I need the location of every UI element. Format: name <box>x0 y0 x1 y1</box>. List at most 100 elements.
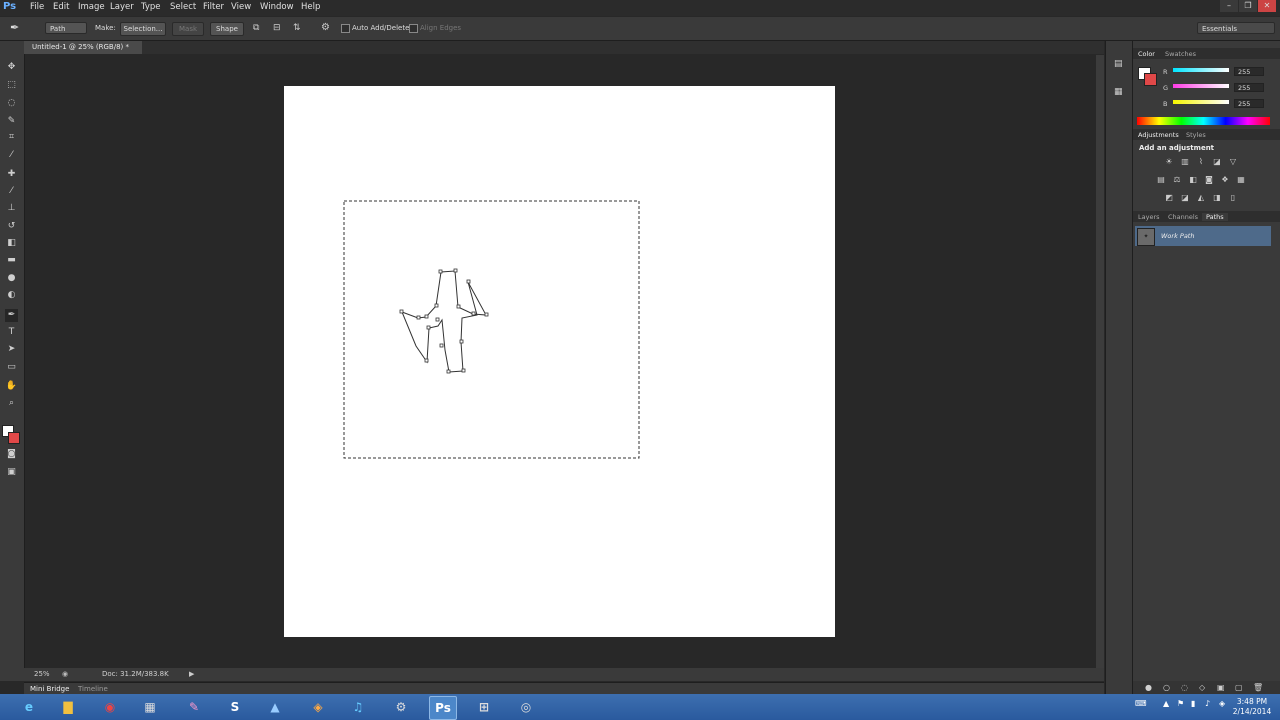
screen-mode-icon[interactable]: ▣ <box>5 466 18 479</box>
exposure-icon[interactable]: ◪ <box>1212 157 1222 166</box>
volume-icon[interactable]: ♪ <box>1205 699 1210 708</box>
zoom-level[interactable]: 25% <box>34 670 50 678</box>
path-alignment-icon[interactable]: ⊟ <box>273 23 281 33</box>
menu-filter[interactable]: Filter <box>203 2 224 12</box>
load-selection-icon[interactable]: ◌ <box>1181 683 1188 692</box>
skype-icon[interactable]: S <box>222 696 248 718</box>
quick-mask-icon[interactable]: ◙ <box>5 448 18 461</box>
network-app-icon[interactable]: ⊞ <box>471 696 497 718</box>
healing-brush-tool-icon[interactable]: ✚ <box>5 168 18 181</box>
status-info-icon[interactable]: ◉ <box>62 670 68 678</box>
history-brush-tool-icon[interactable]: ↺ <box>5 220 18 233</box>
tab-paths[interactable]: Paths <box>1202 213 1228 221</box>
vertical-scrollbar[interactable] <box>1096 55 1104 668</box>
menu-edit[interactable]: Edit <box>53 2 69 12</box>
history-panel-icon[interactable]: ▤ <box>1114 59 1123 69</box>
steam-icon[interactable]: ⚙ <box>388 696 414 718</box>
close-button[interactable]: ✕ <box>1258 0 1276 12</box>
make-work-path-icon[interactable]: ◇ <box>1199 683 1205 692</box>
invert-icon[interactable]: ◩ <box>1164 193 1174 202</box>
move-tool-icon[interactable]: ✥ <box>5 61 18 74</box>
document-tab[interactable]: Untitled-1 @ 25% (RGB/8) * × <box>24 41 142 64</box>
dodge-tool-icon[interactable]: ◐ <box>5 289 18 302</box>
add-mask-icon[interactable]: ▣ <box>1217 683 1225 692</box>
tab-channels[interactable]: Channels <box>1168 213 1198 221</box>
tray-expand-icon[interactable]: ▲ <box>1163 699 1169 708</box>
pen-tool-icon[interactable]: ✒ <box>5 309 18 322</box>
menu-layer[interactable]: Layer <box>110 2 134 12</box>
new-path-icon[interactable]: ▢ <box>1235 683 1243 692</box>
shape-tool-icon[interactable]: ▭ <box>5 361 18 374</box>
menu-select[interactable]: Select <box>170 2 196 12</box>
document-canvas[interactable] <box>284 86 835 637</box>
menu-file[interactable]: File <box>30 2 44 12</box>
tab-color[interactable]: Color <box>1138 50 1155 58</box>
menu-type[interactable]: Type <box>141 2 161 12</box>
calculator-icon[interactable]: ▦ <box>137 696 163 718</box>
properties-panel-icon[interactable]: ▦ <box>1114 87 1123 97</box>
threshold-icon[interactable]: ◭ <box>1196 193 1206 202</box>
tab-swatches[interactable]: Swatches <box>1165 50 1196 58</box>
internet-explorer-icon[interactable]: e <box>16 696 42 718</box>
minimize-button[interactable]: – <box>1220 0 1238 12</box>
clone-stamp-tool-icon[interactable]: ⊥ <box>5 202 18 215</box>
media-icon[interactable]: ♫ <box>345 696 371 718</box>
gear-icon[interactable]: ⚙ <box>321 22 330 33</box>
align-edges-checkbox[interactable] <box>409 24 418 33</box>
channel-g-value[interactable]: 255 <box>1234 83 1264 92</box>
menu-image[interactable]: Image <box>78 2 105 12</box>
hand-tool-icon[interactable]: ✋ <box>5 380 18 393</box>
blur-tool-icon[interactable]: ● <box>5 272 18 285</box>
color-lookup-icon[interactable]: ▦ <box>1236 175 1246 184</box>
make-mask-button[interactable]: Mask <box>172 22 204 36</box>
cinema-icon[interactable]: ◎ <box>513 696 539 718</box>
gradient-map-icon[interactable]: ▯ <box>1228 193 1238 202</box>
curves-icon[interactable]: ⌇ <box>1196 157 1206 166</box>
gradient-tool-icon[interactable]: ▬ <box>5 254 18 267</box>
menu-window[interactable]: Window <box>260 2 294 12</box>
background-color-swatch[interactable] <box>8 432 20 444</box>
restore-button[interactable]: ❐ <box>1239 0 1257 12</box>
quick-select-tool-icon[interactable]: ✎ <box>5 115 18 128</box>
paint-icon[interactable]: ✎ <box>181 696 207 718</box>
zoom-tool-icon[interactable]: ⌕ <box>5 397 18 410</box>
channel-b-value[interactable]: 255 <box>1234 99 1264 108</box>
photos-icon[interactable]: ▲ <box>262 696 288 718</box>
posterize-icon[interactable]: ◪ <box>1180 193 1190 202</box>
fill-path-icon[interactable]: ● <box>1145 683 1152 692</box>
hue-saturation-icon[interactable]: ▤ <box>1156 175 1166 184</box>
lasso-tool-icon[interactable]: ◌ <box>5 97 18 110</box>
status-menu-arrow-icon[interactable]: ▶ <box>189 670 194 678</box>
work-path-row[interactable]: ✦ Work Path <box>1135 226 1271 246</box>
color-spectrum-bar[interactable] <box>1137 117 1270 125</box>
vibrance-icon[interactable]: ▽ <box>1228 157 1238 166</box>
keyboard-icon[interactable]: ⌨ <box>1135 699 1147 708</box>
brush-tool-icon[interactable]: ⁄ <box>5 185 18 198</box>
channel-g-slider[interactable] <box>1173 84 1229 88</box>
clock-time[interactable]: 3:48 PM <box>1232 697 1272 706</box>
channel-r-slider[interactable] <box>1173 68 1229 72</box>
eyedropper-tool-icon[interactable]: ⁄ <box>5 149 18 162</box>
marquee-tool-icon[interactable]: ⬚ <box>5 79 18 92</box>
workspace-switcher[interactable]: Essentials <box>1197 22 1275 34</box>
brightness-contrast-icon[interactable]: ☀ <box>1164 157 1174 166</box>
color-balance-icon[interactable]: ⚖ <box>1172 175 1182 184</box>
tab-mini-bridge[interactable]: Mini Bridge <box>30 685 69 693</box>
network-icon[interactable]: ▮ <box>1191 699 1195 708</box>
app-icon[interactable]: ◈ <box>305 696 331 718</box>
eraser-tool-icon[interactable]: ◧ <box>5 237 18 250</box>
delete-path-icon[interactable]: 🗑 <box>1253 683 1263 692</box>
menu-help[interactable]: Help <box>301 2 320 12</box>
menu-view[interactable]: View <box>231 2 251 12</box>
tab-timeline[interactable]: Timeline <box>78 685 108 693</box>
type-tool-icon[interactable]: T <box>5 326 18 339</box>
panel-background-swatch[interactable] <box>1144 73 1157 86</box>
auto-add-delete-checkbox[interactable] <box>341 24 350 33</box>
channel-r-value[interactable]: 255 <box>1234 67 1264 76</box>
path-operations-icon[interactable]: ⧉ <box>253 23 259 33</box>
language-icon[interactable]: ◈ <box>1219 699 1225 708</box>
tab-layers[interactable]: Layers <box>1138 213 1160 221</box>
pen-tool-icon[interactable]: ✒ <box>10 21 19 34</box>
stroke-path-icon[interactable]: ○ <box>1163 683 1170 692</box>
path-arrangement-icon[interactable]: ⇅ <box>293 23 301 33</box>
